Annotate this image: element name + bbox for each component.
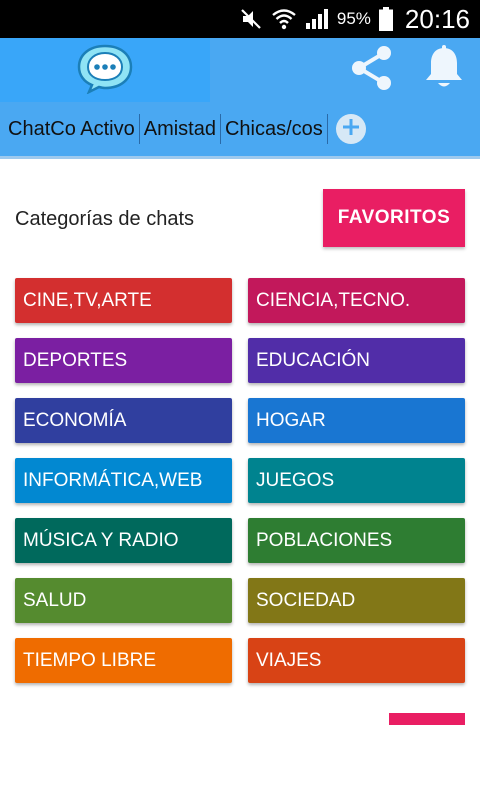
app-logo[interactable] — [0, 38, 210, 102]
tab-chicas-cos[interactable]: Chicas/cos — [221, 114, 328, 144]
page-title: Categorías de chats — [15, 208, 194, 230]
category-button-salud[interactable]: SALUD — [15, 578, 232, 623]
app-bar — [0, 38, 480, 102]
category-button-poblaciones[interactable]: POBLACIONES — [248, 518, 465, 563]
category-button-juegos[interactable]: JUEGOS — [248, 458, 465, 503]
battery-percent: 95% — [336, 9, 371, 28]
bell-icon — [422, 44, 466, 97]
battery-icon — [378, 7, 393, 31]
category-button-economia[interactable]: ECONOMÍA — [15, 398, 232, 443]
chat-tabs: ChatCo Activo Amistad Chicas/cos — [0, 102, 480, 156]
category-button-viajes[interactable]: VIAJES — [248, 638, 465, 683]
share-button[interactable] — [342, 38, 402, 102]
plus-icon — [341, 117, 361, 142]
tab-chatco-activo[interactable]: ChatCo Activo — [6, 114, 140, 144]
category-button-musica-y-radio[interactable]: MÚSICA Y RADIO — [15, 518, 232, 563]
mute-icon — [239, 8, 263, 30]
category-button-hogar[interactable]: HOGAR — [248, 398, 465, 443]
tab-amistad[interactable]: Amistad — [140, 114, 221, 144]
category-button-cine-tv-arte[interactable]: CINE,TV,ARTE — [15, 278, 232, 323]
signal-icon — [305, 8, 329, 30]
chat-bubble-icon — [75, 42, 135, 99]
add-tab-button[interactable] — [335, 114, 366, 144]
status-bar: 95% 20:16 — [0, 0, 480, 38]
category-button-deportes[interactable]: DEPORTES — [15, 338, 232, 383]
category-grid: CINE,TV,ARTE CIENCIA,TECNO. DEPORTES EDU… — [15, 278, 465, 683]
tabs-divider — [0, 156, 480, 159]
category-button-sociedad[interactable]: SOCIEDAD — [248, 578, 465, 623]
partial-button[interactable] — [389, 713, 465, 725]
category-button-informatica-web[interactable]: INFORMÁTICA,WEB — [15, 458, 232, 503]
favorites-button[interactable]: FAVORITOS — [323, 189, 465, 247]
notifications-button[interactable] — [414, 38, 474, 102]
category-button-tiempo-libre[interactable]: TIEMPO LIBRE — [15, 638, 232, 683]
clock: 20:16 — [404, 3, 470, 34]
wifi-icon — [271, 8, 297, 30]
category-button-educacion[interactable]: EDUCACIÓN — [248, 338, 465, 383]
share-icon — [347, 43, 397, 98]
category-button-ciencia-tecno[interactable]: CIENCIA,TECNO. — [248, 278, 465, 323]
